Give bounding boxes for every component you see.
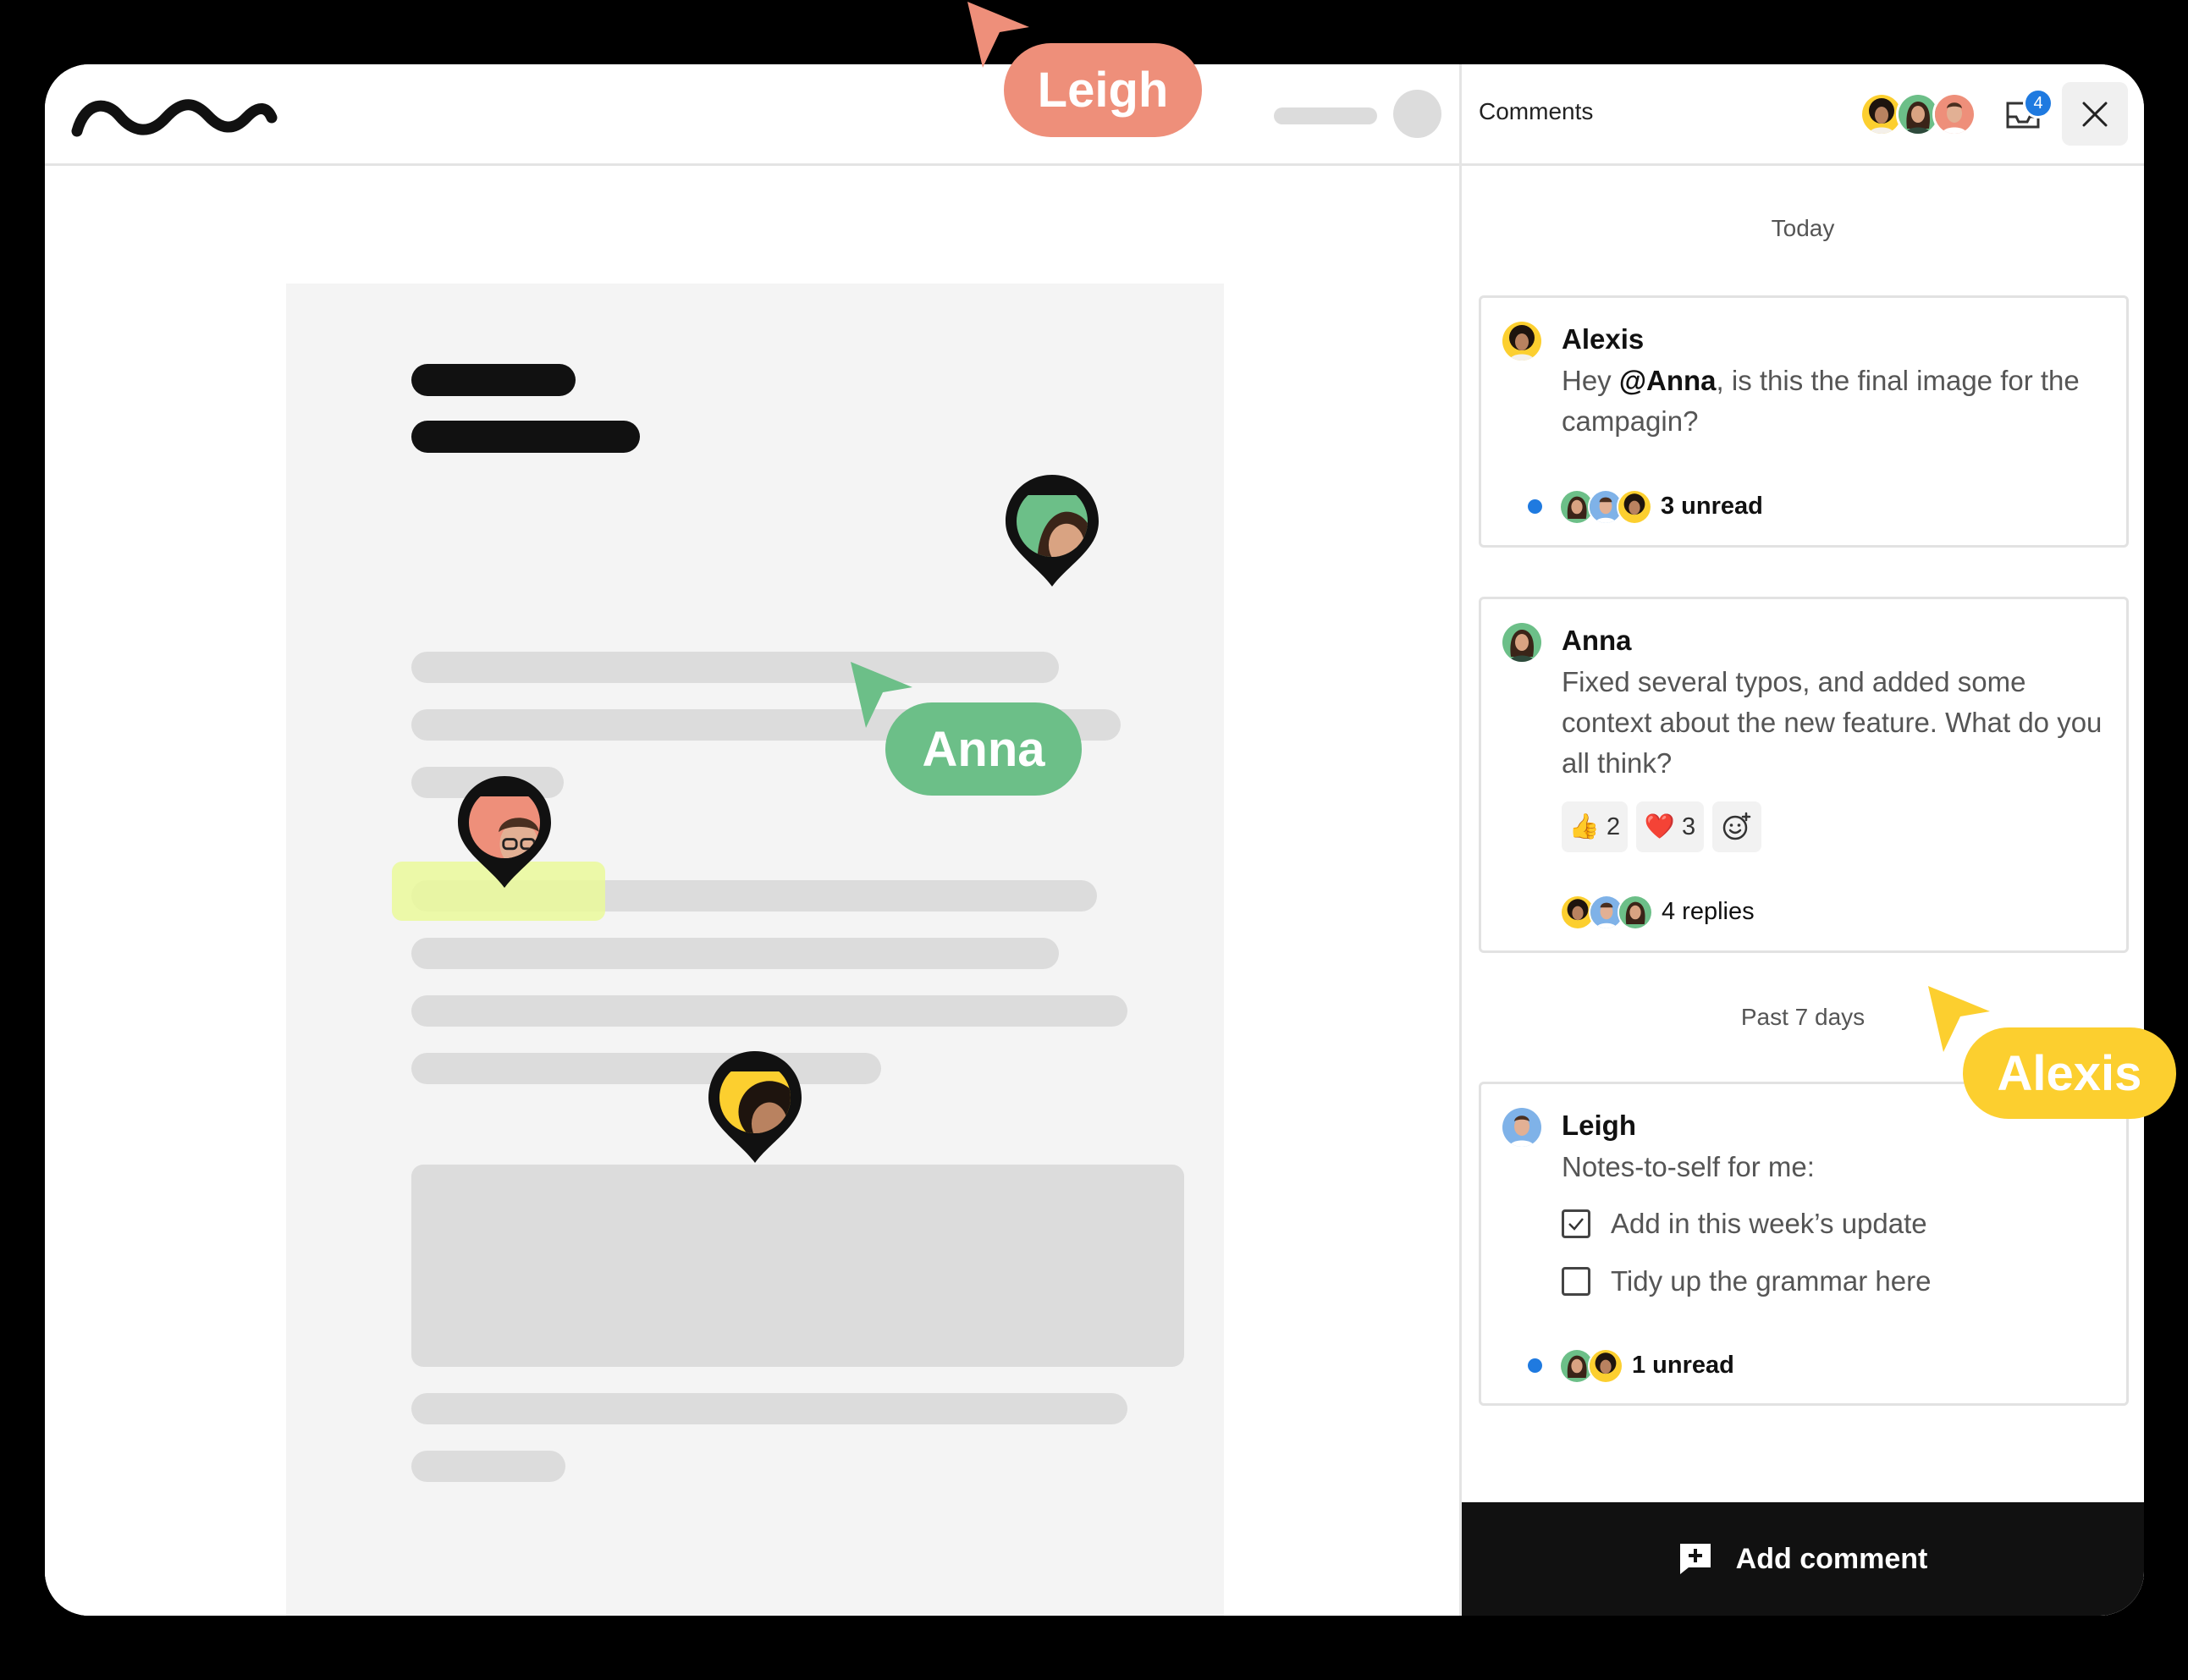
add-comment-label: Add comment	[1735, 1542, 1928, 1575]
cursor-label-leigh: Leigh	[1004, 43, 1202, 137]
title-line-1	[411, 364, 576, 396]
comment-body: Notes-to-self for me:	[1562, 1151, 1815, 1182]
document-editor	[45, 64, 1459, 1616]
anna-avatar	[1502, 623, 1541, 662]
title-line-2	[411, 421, 640, 453]
comment-author: Alexis	[1562, 323, 1645, 355]
checklist-label: Tidy up the grammar here	[1611, 1265, 1932, 1297]
add-emoji-icon	[1722, 812, 1751, 840]
header-placeholder-pill	[1274, 107, 1377, 124]
thread-text: 4 replies	[1662, 897, 1755, 925]
leigh-avatar	[1932, 92, 1976, 136]
heart-emoji: ❤️	[1644, 813, 1675, 840]
thread-avatars	[1560, 895, 1662, 930]
user-mention[interactable]: @Anna	[1619, 365, 1717, 396]
thread-status[interactable]: 4 replies	[1560, 895, 1755, 930]
leigh-avatar	[469, 787, 540, 858]
comment-body: Hey @Anna, is this the final image for t…	[1562, 365, 2080, 437]
comment-body: Fixed several typos, and added some cont…	[1562, 666, 2103, 779]
add-reaction-button[interactable]	[1712, 801, 1761, 852]
text-line	[411, 995, 1127, 1027]
text-line	[411, 1451, 565, 1482]
editor-header	[45, 64, 1459, 166]
text-line	[411, 938, 1059, 969]
unread-dot	[1528, 498, 1542, 514]
cursor-label-alexis: Alexis	[1963, 1027, 2176, 1119]
thread-text: 3 unread	[1661, 492, 1763, 520]
cursor-label-anna: Anna	[885, 702, 1082, 796]
comment-pin-anna[interactable]	[1002, 471, 1102, 590]
add-comment-icon	[1679, 1544, 1711, 1574]
comments-header: Comments 4	[1462, 64, 2144, 166]
checkbox-unchecked[interactable]	[1562, 1267, 1590, 1296]
thumbs-up-emoji: 👍	[1568, 813, 1600, 840]
checklist-item[interactable]: Add in this week’s update	[1562, 1208, 1927, 1240]
close-icon	[2082, 102, 2108, 126]
thread-text: 1 unread	[1632, 1351, 1734, 1379]
comment-author: Leigh	[1562, 1110, 1636, 1141]
cursor-anna: Anna	[849, 660, 1082, 796]
thread-avatars	[1559, 489, 1661, 525]
comment-pin-alexis[interactable]	[705, 1048, 805, 1166]
leigh-avatar	[1502, 1108, 1541, 1147]
comment-card-alexis[interactable]: Alexis Hey @Anna, is this the final imag…	[1479, 295, 2129, 548]
text-line	[411, 1393, 1127, 1424]
checklist-label: Add in this week’s update	[1611, 1208, 1927, 1239]
checkbox-checked[interactable]	[1562, 1209, 1590, 1238]
text-line	[411, 1053, 881, 1084]
alexis-avatar	[1502, 322, 1541, 361]
reaction-heart[interactable]: ❤️ 3	[1636, 801, 1704, 852]
thread-status[interactable]: 3 unread	[1528, 489, 1763, 525]
cursor-leigh: Leigh	[966, 0, 1203, 140]
reaction-thumbs-up[interactable]: 👍 2	[1562, 801, 1628, 852]
comments-panel: Comments 4 Today Alexis Hey @Anna, is th…	[1459, 64, 2144, 1616]
unread-dot	[1528, 1358, 1542, 1373]
comment-card-anna[interactable]: Anna Fixed several typos, and added some…	[1479, 597, 2129, 953]
cursor-alexis: Alexis	[1926, 984, 2176, 1120]
inbox-count-badge: 4	[2023, 88, 2053, 118]
thread-status[interactable]: 1 unread	[1528, 1348, 1734, 1384]
close-button[interactable]	[2062, 82, 2128, 146]
add-comment-button[interactable]: Add comment	[1462, 1502, 2144, 1616]
app-window: Comments 4 Today Alexis Hey @Anna, is th…	[45, 64, 2144, 1616]
section-label-today: Today	[1771, 215, 1835, 241]
comment-author: Anna	[1562, 625, 1632, 656]
image-placeholder[interactable]	[411, 1165, 1184, 1367]
alexis-avatar	[719, 1062, 791, 1133]
thread-avatars	[1559, 1348, 1632, 1384]
app-logo[interactable]	[69, 92, 280, 147]
check-icon	[1568, 1218, 1584, 1231]
user-avatar-placeholder[interactable]	[1393, 90, 1441, 138]
checklist-item[interactable]: Tidy up the grammar here	[1562, 1265, 1931, 1297]
comment-pin-leigh[interactable]	[455, 773, 554, 891]
panel-title: Comments	[1479, 98, 1594, 124]
anna-avatar	[1017, 486, 1088, 557]
comment-card-leigh[interactable]: Leigh Notes-to-self for me: Add in this …	[1479, 1082, 2129, 1406]
